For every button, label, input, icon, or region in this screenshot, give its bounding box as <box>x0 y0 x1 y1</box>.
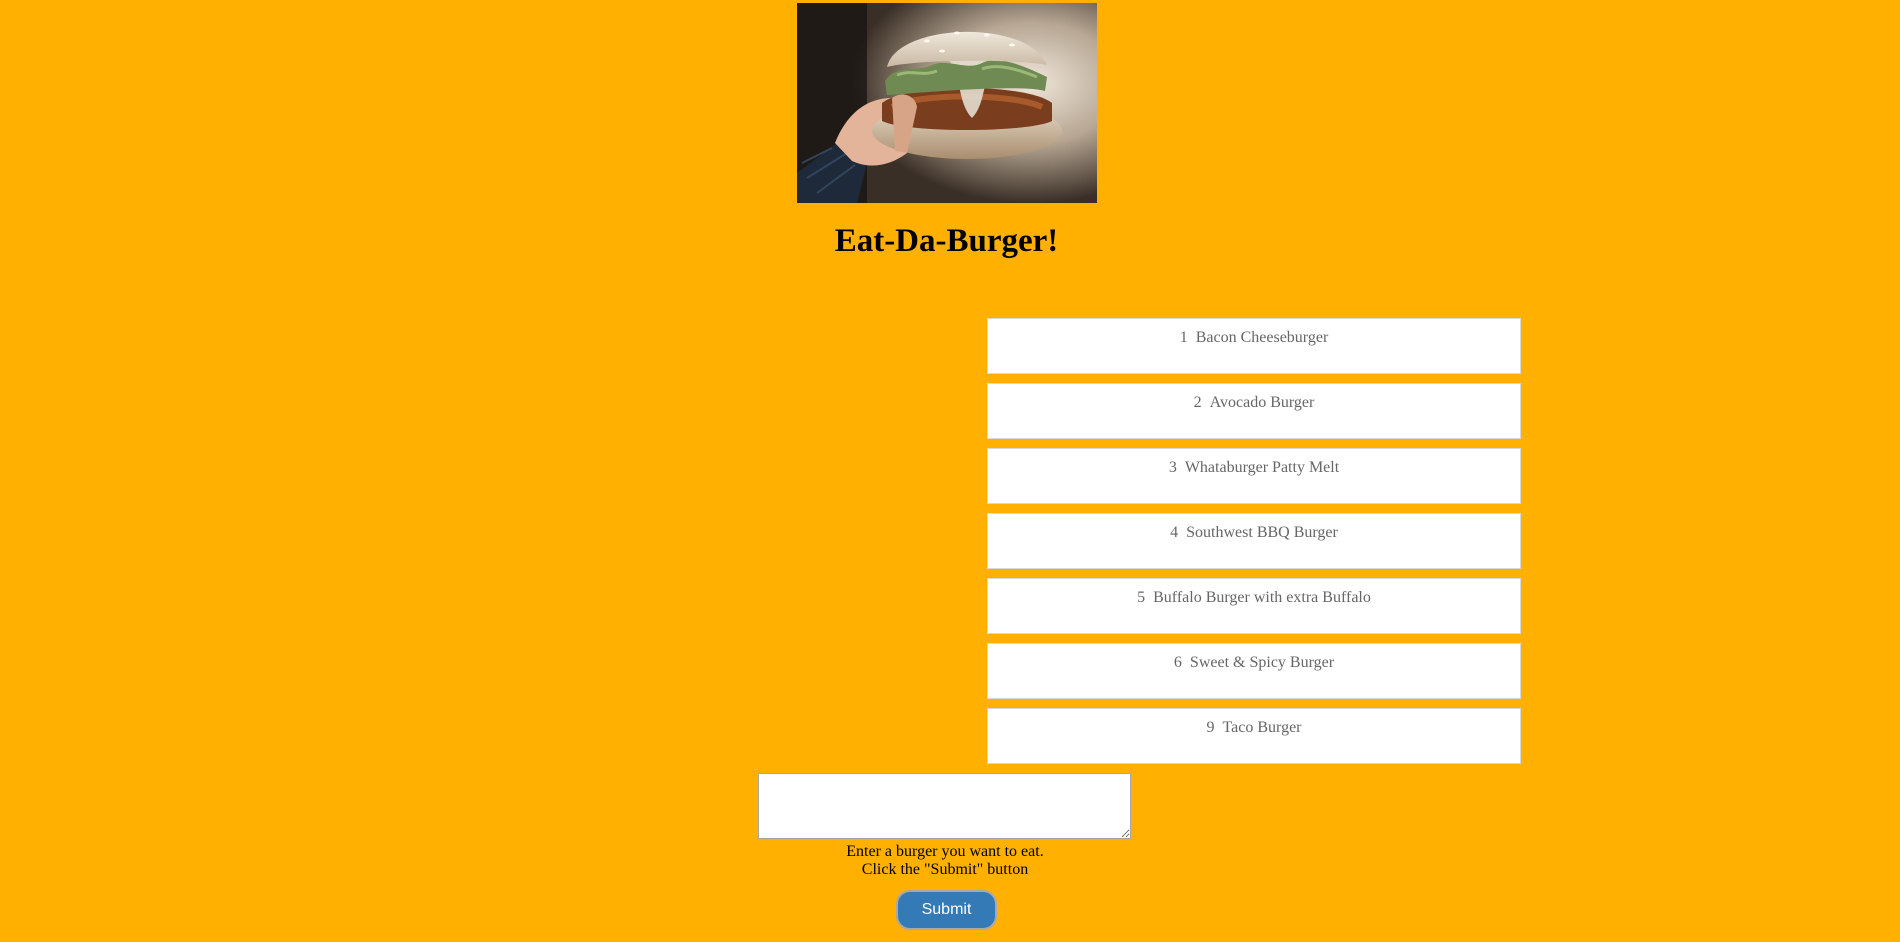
burger-id: 6 <box>1173 654 1182 671</box>
list-item: 4 Southwest BBQ Burger <box>987 513 1521 569</box>
burger-id: 3 <box>1168 459 1177 476</box>
burger-id: 5 <box>1137 589 1146 606</box>
instruction-line-2: Click the "Submit" button <box>861 861 1029 878</box>
burger-name: Bacon Cheeseburger <box>1195 329 1329 346</box>
list-item: 3 Whataburger Patty Melt <box>987 448 1521 504</box>
list-item: 2 Avocado Burger <box>987 383 1521 439</box>
burger-id: 2 <box>1193 394 1202 411</box>
burger-name: Southwest BBQ Burger <box>1186 524 1338 541</box>
list-item: 5 Buffalo Burger with extra Buffalo <box>987 578 1521 634</box>
form-instructions: Enter a burger you want to eat. Click th… <box>0 843 1890 879</box>
burger-entry-textarea[interactable] <box>758 773 1131 839</box>
burger-photo <box>797 3 1097 203</box>
burger-name: Avocado Burger <box>1209 394 1315 411</box>
submit-button[interactable]: Submit <box>896 890 997 930</box>
burger-name: Whataburger Patty Melt <box>1184 459 1340 476</box>
burger-id: 1 <box>1179 329 1188 346</box>
instruction-line-1: Enter a burger you want to eat. <box>846 843 1044 860</box>
list-item: 1 Bacon Cheeseburger <box>987 318 1521 374</box>
list-item: 9 Taco Burger <box>987 708 1521 764</box>
list-item: 6 Sweet & Spicy Burger <box>987 643 1521 699</box>
burger-name: Buffalo Burger with extra Buffalo <box>1153 589 1371 606</box>
burger-id: 4 <box>1170 524 1179 541</box>
burger-name: Taco Burger <box>1222 719 1302 736</box>
burger-photo-icon <box>797 3 1097 203</box>
page-title: Eat-Da-Burger! <box>834 223 1059 259</box>
burger-name: Sweet & Spicy Burger <box>1189 654 1335 671</box>
burger-list: 1 Bacon Cheeseburger 2 Avocado Burger 3 Wha… <box>987 318 1521 773</box>
burger-id: 9 <box>1206 719 1215 736</box>
